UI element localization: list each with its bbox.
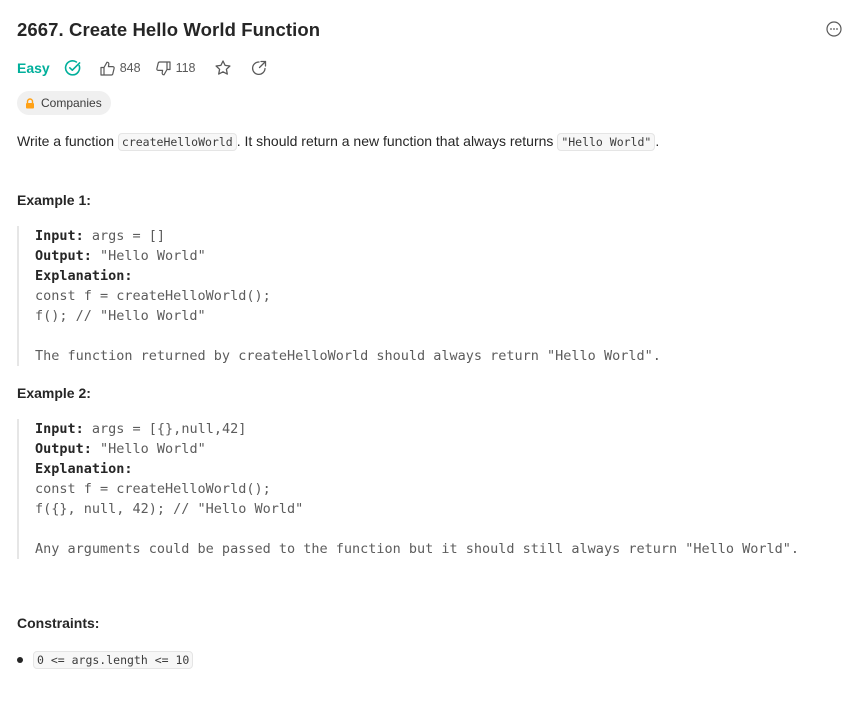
- example-output: Output: "Hello World": [35, 441, 206, 457]
- constraint-item: 0 <= args.length <= 10: [17, 651, 194, 669]
- constraints-title: Constraints:: [17, 615, 100, 631]
- example-explanation-label: Explanation:: [35, 268, 133, 284]
- example-2-title: Example 2:: [17, 385, 91, 401]
- example-code-line: f({}, null, 42); // "Hello World": [35, 501, 304, 517]
- problem-meta-row: Easy 848 118: [17, 57, 268, 79]
- description-text: .: [655, 133, 660, 149]
- example-input: Input: args = [{},null,42]: [35, 421, 247, 437]
- example-output: Output: "Hello World": [35, 248, 206, 264]
- inline-code: "Hello World": [557, 133, 656, 151]
- like-button[interactable]: 848: [99, 60, 141, 77]
- example-input: Input: args = []: [35, 228, 166, 244]
- description-text: Write a function: [17, 133, 118, 149]
- difficulty-badge: Easy: [17, 60, 50, 76]
- example-1-block: Input: args = [] Output: "Hello World" E…: [17, 226, 661, 366]
- companies-tag[interactable]: Companies: [17, 91, 111, 115]
- example-code-line: const f = createHelloWorld();: [35, 481, 271, 497]
- more-options-icon[interactable]: [826, 21, 842, 37]
- example-code-line: f(); // "Hello World": [35, 308, 206, 324]
- dislike-count: 118: [175, 61, 196, 75]
- example-1-title: Example 1:: [17, 192, 91, 208]
- example-note: Any arguments could be passed to the fun…: [35, 541, 800, 557]
- thumbs-up-icon: [100, 61, 115, 76]
- example-code-line: const f = createHelloWorld();: [35, 288, 271, 304]
- problem-description: Write a function createHelloWorld. It sh…: [17, 133, 660, 151]
- like-count: 848: [119, 61, 141, 75]
- bullet: [17, 657, 23, 663]
- share-icon[interactable]: [250, 59, 268, 77]
- example-note: The function returned by createHelloWorl…: [35, 348, 661, 364]
- lock-icon: [26, 97, 34, 108]
- favorite-star-icon[interactable]: [214, 59, 232, 77]
- inline-code: createHelloWorld: [117, 133, 237, 151]
- description-text: . It should return a new function that a…: [236, 133, 558, 149]
- companies-label: Companies: [41, 96, 102, 110]
- problem-title: 2667. Create Hello World Function: [17, 19, 321, 40]
- solved-check-icon: [64, 59, 82, 77]
- thumbs-down-icon: [155, 60, 171, 75]
- constraint-code: 0 <= args.length <= 10: [33, 651, 194, 669]
- dislike-button[interactable]: 118: [155, 60, 196, 77]
- example-explanation-label: Explanation:: [35, 461, 133, 477]
- example-2-block: Input: args = [{},null,42] Output: "Hell…: [17, 419, 799, 559]
